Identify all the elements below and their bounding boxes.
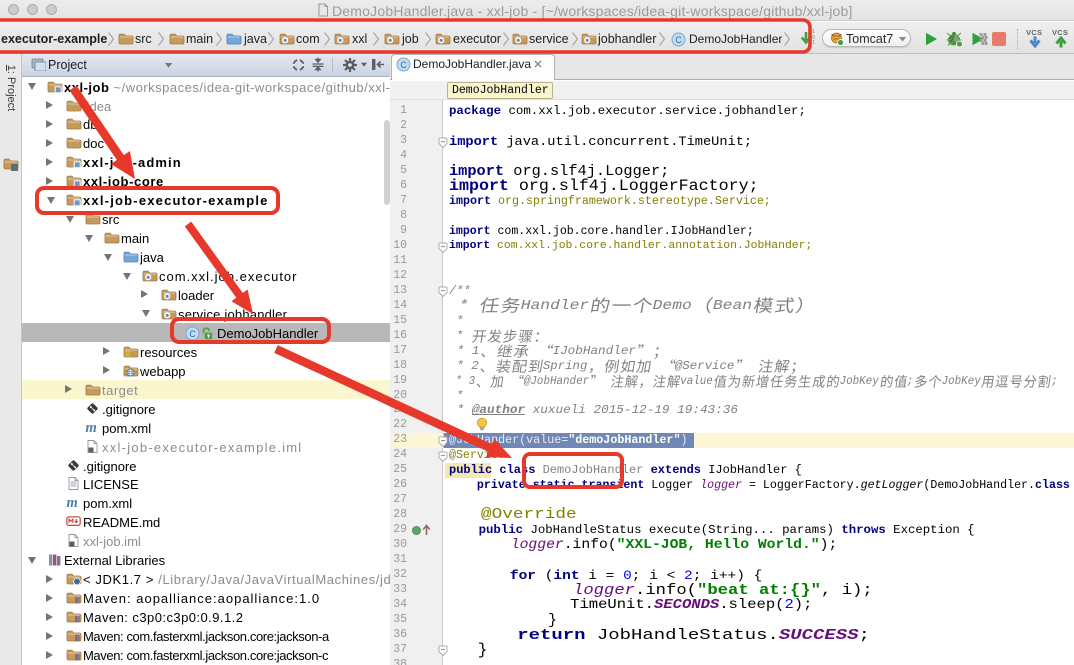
svg-text:C: C [189,329,195,339]
svg-text:m: m [86,420,97,435]
svg-text:m: m [67,495,78,510]
svg-text:C: C [675,35,681,45]
svg-text:C: C [400,60,406,70]
